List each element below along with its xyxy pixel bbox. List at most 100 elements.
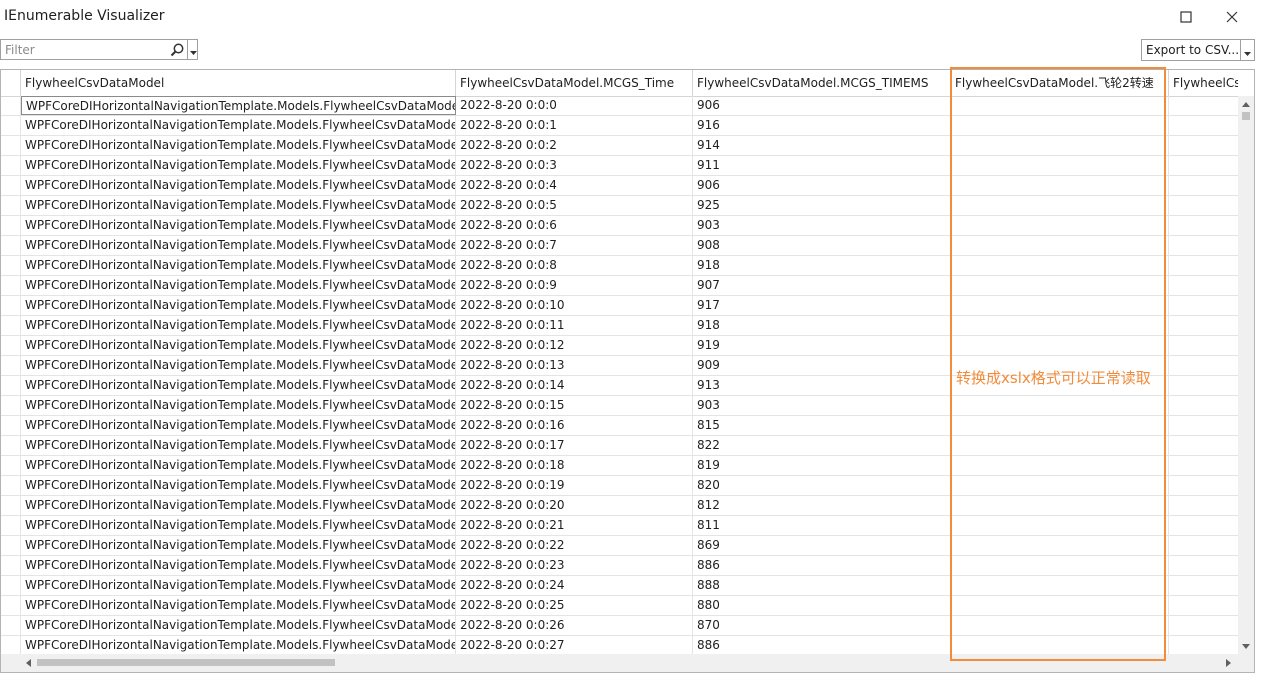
table-cell[interactable]: 2022-8-20 0:0:1 [456,116,693,135]
table-cell[interactable] [1169,636,1238,655]
table-cell[interactable] [1169,176,1238,195]
table-cell[interactable] [951,316,1169,335]
table-cell[interactable]: 2022-8-20 0:0:16 [456,416,693,435]
table-cell[interactable] [951,336,1169,355]
horizontal-scroll-thumb[interactable] [37,659,335,666]
table-cell[interactable]: 822 [693,436,951,455]
table-cell[interactable]: 888 [693,576,951,595]
table-cell[interactable]: WPFCoreDIHorizontalNavigationTemplate.Mo… [21,256,456,275]
table-cell[interactable] [1169,236,1238,255]
table-row[interactable]: WPFCoreDIHorizontalNavigationTemplate.Mo… [1,236,1238,256]
row-header[interactable] [1,556,21,575]
table-cell[interactable]: WPFCoreDIHorizontalNavigationTemplate.Mo… [21,576,456,595]
table-cell[interactable] [951,416,1169,435]
table-cell[interactable] [951,636,1169,655]
row-header[interactable] [1,156,21,175]
scroll-right-icon[interactable] [1223,658,1233,668]
row-header[interactable] [1,236,21,255]
table-row[interactable]: WPFCoreDIHorizontalNavigationTemplate.Mo… [1,456,1238,476]
table-cell[interactable]: WPFCoreDIHorizontalNavigationTemplate.Mo… [21,96,456,115]
table-cell[interactable]: WPFCoreDIHorizontalNavigationTemplate.Mo… [21,196,456,215]
table-cell[interactable]: 2022-8-20 0:0:8 [456,256,693,275]
table-cell[interactable] [951,436,1169,455]
table-cell[interactable] [1169,496,1238,515]
table-cell[interactable]: 916 [693,116,951,135]
table-cell[interactable]: WPFCoreDIHorizontalNavigationTemplate.Mo… [21,216,456,235]
table-cell[interactable] [1169,356,1238,375]
table-row[interactable]: WPFCoreDIHorizontalNavigationTemplate.Mo… [1,336,1238,356]
table-cell[interactable]: 2022-8-20 0:0:10 [456,296,693,315]
table-cell[interactable]: 811 [693,516,951,535]
table-cell[interactable] [1169,116,1238,135]
table-cell[interactable] [951,496,1169,515]
table-cell[interactable]: 2022-8-20 0:0:6 [456,216,693,235]
table-row[interactable]: WPFCoreDIHorizontalNavigationTemplate.Mo… [1,516,1238,536]
table-cell[interactable]: 2022-8-20 0:0:9 [456,276,693,295]
table-cell[interactable]: WPFCoreDIHorizontalNavigationTemplate.Mo… [21,596,456,615]
search-icon[interactable] [169,42,185,58]
table-cell[interactable]: WPFCoreDIHorizontalNavigationTemplate.Mo… [21,416,456,435]
table-cell[interactable]: 2022-8-20 0:0:27 [456,636,693,655]
table-cell[interactable]: 2022-8-20 0:0:22 [456,536,693,555]
row-header[interactable] [1,416,21,435]
row-header[interactable] [1,616,21,635]
table-row[interactable]: WPFCoreDIHorizontalNavigationTemplate.Mo… [1,116,1238,136]
table-cell[interactable]: 906 [693,96,951,115]
table-cell[interactable]: 907 [693,276,951,295]
table-cell[interactable]: 913 [693,376,951,395]
table-row[interactable]: WPFCoreDIHorizontalNavigationTemplate.Mo… [1,636,1238,656]
table-cell[interactable]: 2022-8-20 0:0:13 [456,356,693,375]
row-header[interactable] [1,136,21,155]
table-cell[interactable] [1169,216,1238,235]
table-row[interactable]: WPFCoreDIHorizontalNavigationTemplate.Mo… [1,476,1238,496]
row-header[interactable] [1,396,21,415]
table-cell[interactable]: WPFCoreDIHorizontalNavigationTemplate.Mo… [21,616,456,635]
table-cell[interactable] [1169,516,1238,535]
column-header[interactable]: FlywheelCsvDataModel.飞轮2转速 [951,70,1169,96]
table-row[interactable]: WPFCoreDIHorizontalNavigationTemplate.Mo… [1,616,1238,636]
table-cell[interactable]: 2022-8-20 0:0:4 [456,176,693,195]
row-header[interactable] [1,576,21,595]
table-cell[interactable]: 914 [693,136,951,155]
row-header[interactable] [1,196,21,215]
table-cell[interactable]: 812 [693,496,951,515]
table-cell[interactable] [951,276,1169,295]
table-cell[interactable] [1169,336,1238,355]
table-cell[interactable]: 2022-8-20 0:0:20 [456,496,693,515]
table-cell[interactable]: 2022-8-20 0:0:14 [456,376,693,395]
table-cell[interactable]: 2022-8-20 0:0:11 [456,316,693,335]
table-cell[interactable] [951,536,1169,555]
table-cell[interactable] [1169,576,1238,595]
table-row[interactable]: WPFCoreDIHorizontalNavigationTemplate.Mo… [1,436,1238,456]
row-header[interactable] [1,476,21,495]
row-header[interactable] [1,436,21,455]
table-cell[interactable] [1169,96,1238,115]
scroll-up-icon[interactable] [1241,99,1251,109]
export-dropdown-button[interactable] [1240,40,1254,60]
table-cell[interactable] [1169,376,1238,395]
table-cell[interactable]: 903 [693,396,951,415]
table-cell[interactable]: WPFCoreDIHorizontalNavigationTemplate.Mo… [21,316,456,335]
table-cell[interactable]: 918 [693,316,951,335]
table-cell[interactable]: 886 [693,636,951,655]
maximize-button[interactable] [1164,4,1208,30]
table-cell[interactable]: 2022-8-20 0:0:2 [456,136,693,155]
table-cell[interactable]: 2022-8-20 0:0:17 [456,436,693,455]
table-cell[interactable] [951,296,1169,315]
table-cell[interactable] [951,456,1169,475]
table-cell[interactable]: 2022-8-20 0:0:19 [456,476,693,495]
table-cell[interactable]: 2022-8-20 0:0:0 [456,96,693,115]
table-cell[interactable]: WPFCoreDIHorizontalNavigationTemplate.Mo… [21,356,456,375]
table-cell[interactable] [1169,616,1238,635]
table-cell[interactable]: WPFCoreDIHorizontalNavigationTemplate.Mo… [21,396,456,415]
table-cell[interactable]: WPFCoreDIHorizontalNavigationTemplate.Mo… [21,236,456,255]
table-cell[interactable]: WPFCoreDIHorizontalNavigationTemplate.Mo… [21,636,456,655]
table-cell[interactable]: WPFCoreDIHorizontalNavigationTemplate.Mo… [21,556,456,575]
table-row[interactable]: WPFCoreDIHorizontalNavigationTemplate.Mo… [1,496,1238,516]
table-cell[interactable]: 919 [693,336,951,355]
table-cell[interactable] [951,236,1169,255]
table-row[interactable]: WPFCoreDIHorizontalNavigationTemplate.Mo… [1,136,1238,156]
table-cell[interactable]: WPFCoreDIHorizontalNavigationTemplate.Mo… [21,436,456,455]
table-cell[interactable] [951,116,1169,135]
table-cell[interactable] [951,556,1169,575]
